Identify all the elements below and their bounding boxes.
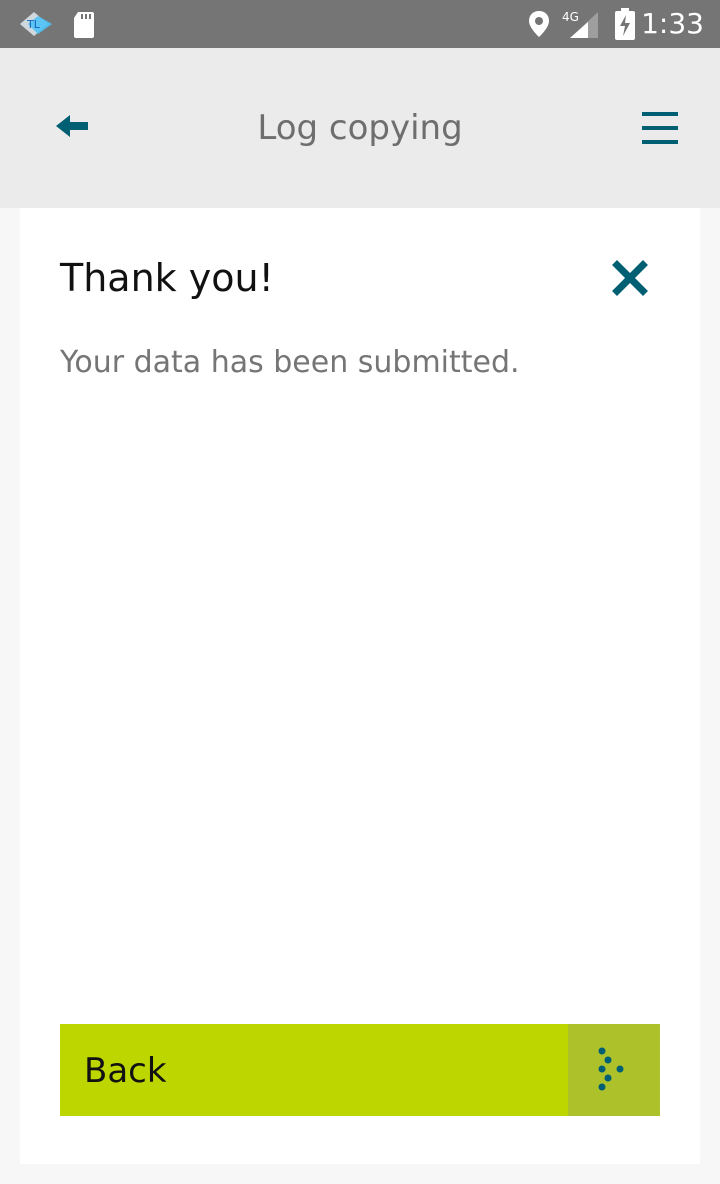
confirmation-card: Thank you! Your data has been submitted.…: [20, 208, 700, 1164]
back-button[interactable]: Back: [60, 1024, 660, 1116]
network-type-label: 4G: [562, 10, 579, 24]
app-bar: Log copying: [0, 48, 720, 208]
signal-icon: 4G: [562, 10, 598, 38]
status-time: 1:33: [641, 7, 704, 40]
svg-text:TL: TL: [26, 18, 41, 31]
dotted-chevron-right-icon: [598, 1047, 624, 1091]
close-icon[interactable]: [612, 260, 648, 296]
status-bar: TL 4G 1:33: [0, 0, 720, 48]
back-button-arrow[interactable]: [568, 1024, 660, 1116]
hamburger-menu-icon[interactable]: [640, 110, 680, 146]
app-logo-icon: TL: [20, 12, 52, 36]
battery-charging-icon: [615, 8, 635, 40]
location-icon: [529, 11, 549, 37]
back-button-label: Back: [84, 1051, 167, 1091]
card-title: Thank you!: [60, 256, 274, 300]
sd-card-icon: [74, 12, 94, 38]
page-title: Log copying: [257, 108, 463, 148]
submission-message: Your data has been submitted.: [60, 345, 520, 380]
